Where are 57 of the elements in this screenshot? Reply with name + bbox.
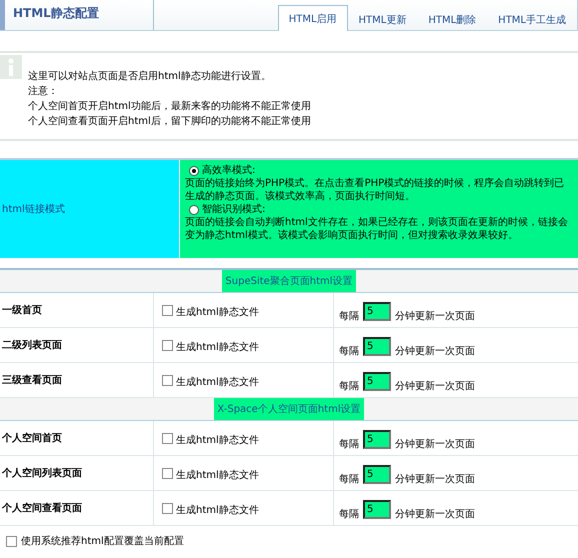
- page-title: HTML静态配置: [13, 6, 99, 20]
- info-text: 个人空间首页开启html功能后，最新来客的功能将不能正常使用: [28, 100, 311, 114]
- checkbox[interactable]: [162, 503, 173, 514]
- radio-button[interactable]: [189, 204, 199, 214]
- interval-field[interactable]: 5: [363, 302, 391, 321]
- tab[interactable]: HTML手工生成: [487, 7, 577, 31]
- info-text: 这里可以对站点页面是否启用html静态功能进行设置。: [28, 70, 272, 84]
- option-description: 页面的链接始终为PHP模式。在点击查看PHP模式的链接的时候，程序会自动跳转到已生成的静态页面。该模式效率高，页面执行时间短。: [185, 177, 566, 203]
- tab[interactable]: HTML启用: [278, 5, 348, 31]
- mode-label: html链接模式: [2, 202, 65, 216]
- interval-suffix: 分钟更新一次页面: [395, 438, 475, 451]
- row-label: 二级列表页面: [2, 340, 62, 351]
- interval-suffix: 分钟更新一次页面: [395, 472, 475, 486]
- checkbox[interactable]: [162, 468, 173, 479]
- checkbox-label: 生成html静态文件: [176, 306, 259, 319]
- checkbox-label: 生成html静态文件: [176, 504, 259, 517]
- checkbox[interactable]: [162, 305, 173, 316]
- interval-prefix: 每隔: [339, 438, 359, 451]
- checkbox-label: 使用系统推荐html配置覆盖当前配置: [21, 534, 184, 548]
- radio-button[interactable]: [189, 166, 199, 176]
- checkbox[interactable]: [162, 375, 173, 386]
- info-icon: [0, 55, 22, 79]
- interval-field[interactable]: 5: [363, 337, 391, 356]
- interval-suffix: 分钟更新一次页面: [395, 508, 475, 521]
- section-title: X-Space个人空间页面html设置: [214, 398, 364, 420]
- checkbox-label: 生成html静态文件: [176, 434, 259, 447]
- interval-suffix: 分钟更新一次页面: [395, 344, 475, 358]
- row-label: 个人空间查看页面: [2, 503, 82, 514]
- checkbox-label: 生成html静态文件: [176, 376, 259, 389]
- row-label: 三级查看页面: [2, 375, 62, 386]
- interval-field[interactable]: 5: [363, 430, 391, 449]
- interval-suffix: 分钟更新一次页面: [395, 380, 475, 393]
- info-text: 个人空间查看页面开启html后，留下脚印的功能将不能正常使用: [28, 114, 311, 129]
- row-label: 个人空间首页: [2, 433, 62, 444]
- interval-prefix: 每隔: [339, 345, 359, 358]
- row-label: 一级首页: [2, 305, 42, 316]
- section-title: SupeSite聚合页面html设置: [222, 270, 356, 292]
- option-description: 页面的链接会自动判断html文件存在，如果已经存在，则该页面在更新的时候，链接会变为静态html模式。该模式会影响页面执行时间，但对搜索收录效果较好。: [185, 216, 569, 242]
- option-title: 高效率模式:: [202, 164, 256, 177]
- interval-field[interactable]: 5: [363, 372, 391, 391]
- interval-field[interactable]: 5: [363, 465, 391, 484]
- row-label: 个人空间列表页面: [2, 468, 82, 479]
- tab[interactable]: HTML更新: [348, 7, 418, 31]
- interval-prefix: 每隔: [339, 508, 359, 521]
- info-text: 注意：: [28, 84, 59, 99]
- option-title: 智能识别模式:: [202, 203, 266, 216]
- interval-prefix: 每隔: [339, 380, 359, 393]
- checkbox-label: 生成html静态文件: [176, 468, 259, 482]
- checkbox-label: 生成html静态文件: [176, 340, 259, 354]
- interval-field[interactable]: 5: [363, 500, 391, 519]
- checkbox[interactable]: [162, 433, 173, 444]
- interval-prefix: 每隔: [339, 310, 359, 323]
- interval-prefix: 每隔: [339, 473, 359, 486]
- interval-suffix: 分钟更新一次页面: [395, 310, 475, 323]
- checkbox[interactable]: [162, 340, 173, 351]
- checkbox[interactable]: [6, 536, 17, 546]
- tab[interactable]: HTML删除: [417, 7, 488, 31]
